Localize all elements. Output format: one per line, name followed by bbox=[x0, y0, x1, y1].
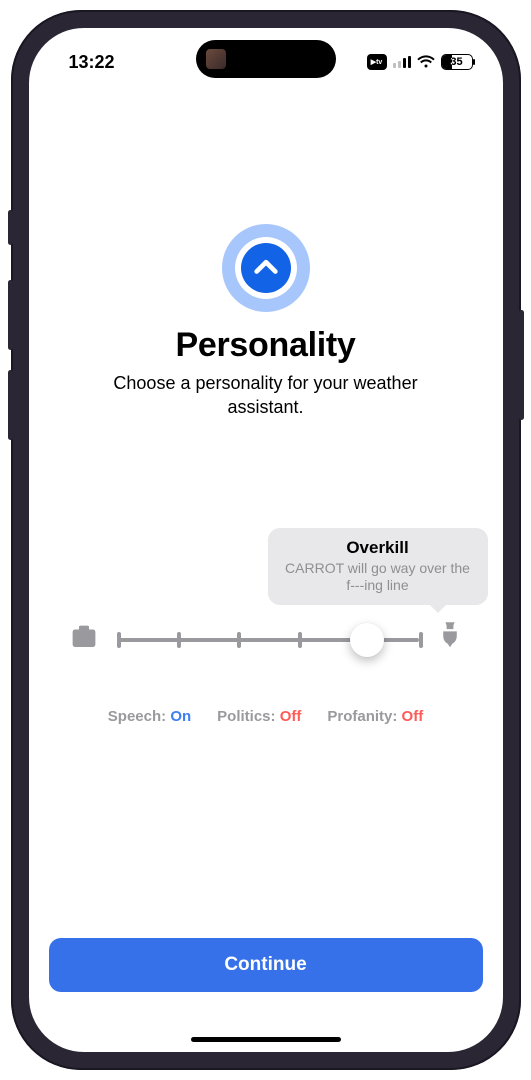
dynamic-island bbox=[196, 40, 336, 78]
personality-slider[interactable] bbox=[117, 620, 419, 660]
chevron-up-icon bbox=[252, 254, 280, 282]
profanity-value: Off bbox=[402, 708, 424, 725]
page-title: Personality bbox=[176, 326, 356, 365]
slider-thumb[interactable] bbox=[350, 623, 384, 657]
wifi-icon bbox=[417, 55, 435, 69]
volume-up-button bbox=[8, 280, 13, 350]
slider-tick bbox=[419, 632, 423, 648]
silence-switch bbox=[8, 210, 13, 245]
slider-tick bbox=[177, 632, 181, 648]
slider-row bbox=[59, 620, 473, 660]
now-playing-thumbnail bbox=[206, 49, 226, 69]
profanity-label: Profanity: bbox=[327, 708, 397, 725]
speech-value: On bbox=[170, 708, 191, 725]
screen: 13:22 ▶tv 35 bbox=[29, 28, 503, 1052]
profanity-toggle[interactable]: Profanity: Off bbox=[327, 708, 423, 725]
slider-tooltip: Overkill CARROT will go way over the f--… bbox=[268, 528, 488, 605]
battery-text: 35 bbox=[442, 56, 472, 68]
cellular-signal-icon bbox=[393, 56, 411, 68]
phone-frame: 13:22 ▶tv 35 bbox=[11, 10, 521, 1070]
continue-button[interactable]: Continue bbox=[49, 938, 483, 992]
politics-label: Politics: bbox=[217, 708, 275, 725]
app-logo-icon bbox=[222, 224, 310, 312]
politics-value: Off bbox=[280, 708, 302, 725]
battery-icon: 35 bbox=[441, 54, 473, 70]
status-time: 13:22 bbox=[69, 52, 115, 73]
appletv-indicator-icon: ▶tv bbox=[367, 54, 387, 70]
home-indicator[interactable] bbox=[191, 1037, 341, 1042]
suitcase-icon bbox=[69, 622, 99, 657]
politics-toggle[interactable]: Politics: Off bbox=[217, 708, 301, 725]
bomb-icon bbox=[437, 620, 463, 659]
power-button bbox=[519, 310, 524, 420]
footer: Continue bbox=[29, 938, 503, 1052]
volume-down-button bbox=[8, 370, 13, 440]
status-right: ▶tv 35 bbox=[367, 54, 473, 70]
slider-tick bbox=[298, 632, 302, 648]
tooltip-title: Overkill bbox=[280, 538, 476, 558]
toggles-row: Speech: On Politics: Off Profanity: Off bbox=[108, 708, 423, 725]
slider-tick bbox=[237, 632, 241, 648]
speech-label: Speech: bbox=[108, 708, 166, 725]
tooltip-subtitle: CARROT will go way over the f---ing line bbox=[280, 560, 476, 595]
speech-toggle[interactable]: Speech: On bbox=[108, 708, 191, 725]
slider-tick bbox=[117, 632, 121, 648]
content: Personality Choose a personality for you… bbox=[29, 84, 503, 938]
page-subtitle: Choose a personality for your weather as… bbox=[106, 371, 426, 420]
header-section: Personality Choose a personality for you… bbox=[59, 224, 473, 420]
personality-slider-section: Overkill CARROT will go way over the f--… bbox=[59, 620, 473, 725]
